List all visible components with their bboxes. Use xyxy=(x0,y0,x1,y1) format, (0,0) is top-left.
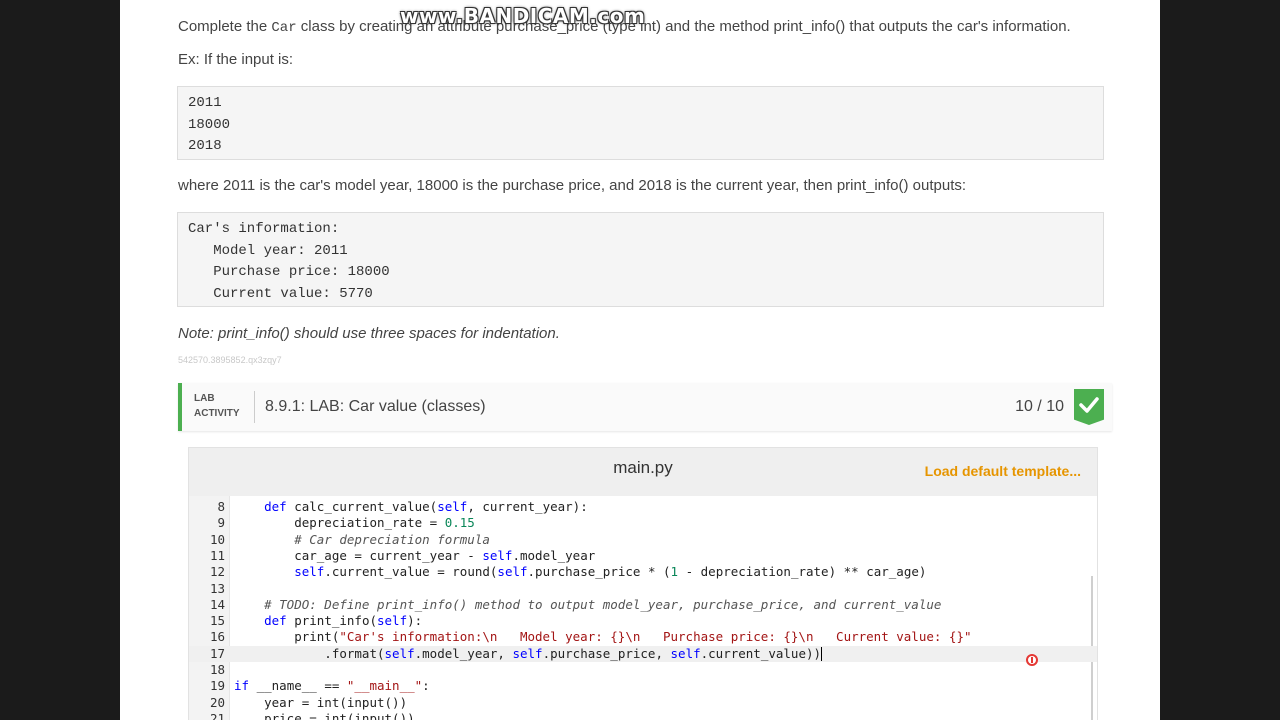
line-number: 13 xyxy=(209,580,225,596)
code-line[interactable]: 17 .format(self.model_year, self.purchas… xyxy=(189,645,1097,662)
code-line[interactable]: 20 year = int(input()) xyxy=(189,695,1097,711)
code-line[interactable]: 18 xyxy=(189,662,1097,678)
video-letterbox-right xyxy=(1160,0,1280,720)
line-number: 8 xyxy=(217,499,225,514)
activity-id: 542570.3895852.qx3zqy7 xyxy=(178,355,282,365)
line-number: 12 xyxy=(209,564,225,580)
line-number: 18 xyxy=(209,662,225,677)
line-number: 10 xyxy=(209,531,225,547)
mouse-cursor-indicator xyxy=(1026,654,1038,666)
line-number: 20 xyxy=(209,694,225,710)
code-text: print("Car's information:\n Model year: … xyxy=(234,629,972,645)
output-example-block: Car's information: Model year: 2011 Purc… xyxy=(177,212,1104,307)
code-editor-panel: main.py Load default template... 8 def c… xyxy=(188,447,1098,720)
line-number: 19 xyxy=(209,678,225,694)
page-content: Complete the Car class by creating an at… xyxy=(120,0,1160,720)
code-line[interactable]: 10 # Car depreciation formula xyxy=(189,532,1097,548)
code-text: car_age = current_year - self.model_year xyxy=(234,547,596,563)
code-editor[interactable]: 8 def calc_current_value(self, current_y… xyxy=(189,496,1097,720)
code-line[interactable]: 16 print("Car's information:\n Model yea… xyxy=(189,629,1097,645)
code-text: if __name__ == "__main__": xyxy=(234,678,430,694)
completed-check-badge xyxy=(1074,389,1104,425)
code-line[interactable]: 19 if __name__ == "__main__": xyxy=(189,678,1097,694)
inline-code-car: Car xyxy=(271,20,297,36)
code-text: # Car depreciation formula xyxy=(234,531,490,547)
line-number: 15 xyxy=(209,613,225,629)
line-number: 14 xyxy=(209,596,225,612)
code-text: price = int(input()) xyxy=(234,710,415,720)
code-line[interactable]: 21 price = int(input()) xyxy=(189,711,1097,720)
lab-title: 8.9.1: LAB: Car value (classes) xyxy=(265,398,486,415)
code-line[interactable]: 13 xyxy=(189,581,1097,597)
code-text: year = int(input()) xyxy=(234,694,408,710)
code-line[interactable]: 8 def calc_current_value(self, current_y… xyxy=(189,499,1097,515)
code-line[interactable]: 15 def print_info(self): xyxy=(189,613,1097,629)
indentation-note: Note: print_info() should use three spac… xyxy=(178,325,560,342)
lab-score: 10 / 10 xyxy=(1015,398,1064,415)
code-text: .format(self.model_year, self.purchase_p… xyxy=(234,645,823,662)
video-letterbox-left xyxy=(0,0,120,720)
input-example-block: 2011 18000 2018 xyxy=(177,86,1104,160)
lab-activity-tag: LAB ACTIVITY xyxy=(194,393,240,419)
line-number: 9 xyxy=(217,515,225,531)
text-cursor xyxy=(821,647,823,662)
code-text: # TODO: Define print_info() method to ou… xyxy=(234,596,942,612)
code-text: self.current_value = round(self.purchase… xyxy=(294,564,927,580)
code-line[interactable]: 11 car_age = current_year - self.model_y… xyxy=(189,548,1097,564)
divider xyxy=(254,391,255,423)
checkmark-icon xyxy=(1079,397,1099,413)
code-line[interactable]: 14 # TODO: Define print_info() method to… xyxy=(189,597,1097,613)
line-number: 16 xyxy=(209,629,225,645)
line-number: 17 xyxy=(209,645,225,661)
load-default-template-link[interactable]: Load default template... xyxy=(925,463,1081,479)
code-text: def calc_current_value(self, current_yea… xyxy=(264,499,588,514)
line-number: 21 xyxy=(209,710,225,720)
code-line[interactable]: 12 self.current_value = round(self.purch… xyxy=(189,564,1097,580)
bandicam-watermark: www.BANDICAM.com xyxy=(400,4,646,28)
code-text: depreciation_rate = 0.15 xyxy=(234,515,475,531)
lab-activity-header: LAB ACTIVITY 8.9.1: LAB: Car value (clas… xyxy=(178,383,1112,431)
instruction-paragraph-3: where 2011 is the car's model year, 1800… xyxy=(178,177,967,194)
instruction-paragraph-2: Ex: If the input is: xyxy=(178,51,294,68)
line-number: 11 xyxy=(209,547,225,563)
code-text: def print_info(self): xyxy=(264,613,423,629)
code-line[interactable]: 9 depreciation_rate = 0.15 xyxy=(189,515,1097,531)
